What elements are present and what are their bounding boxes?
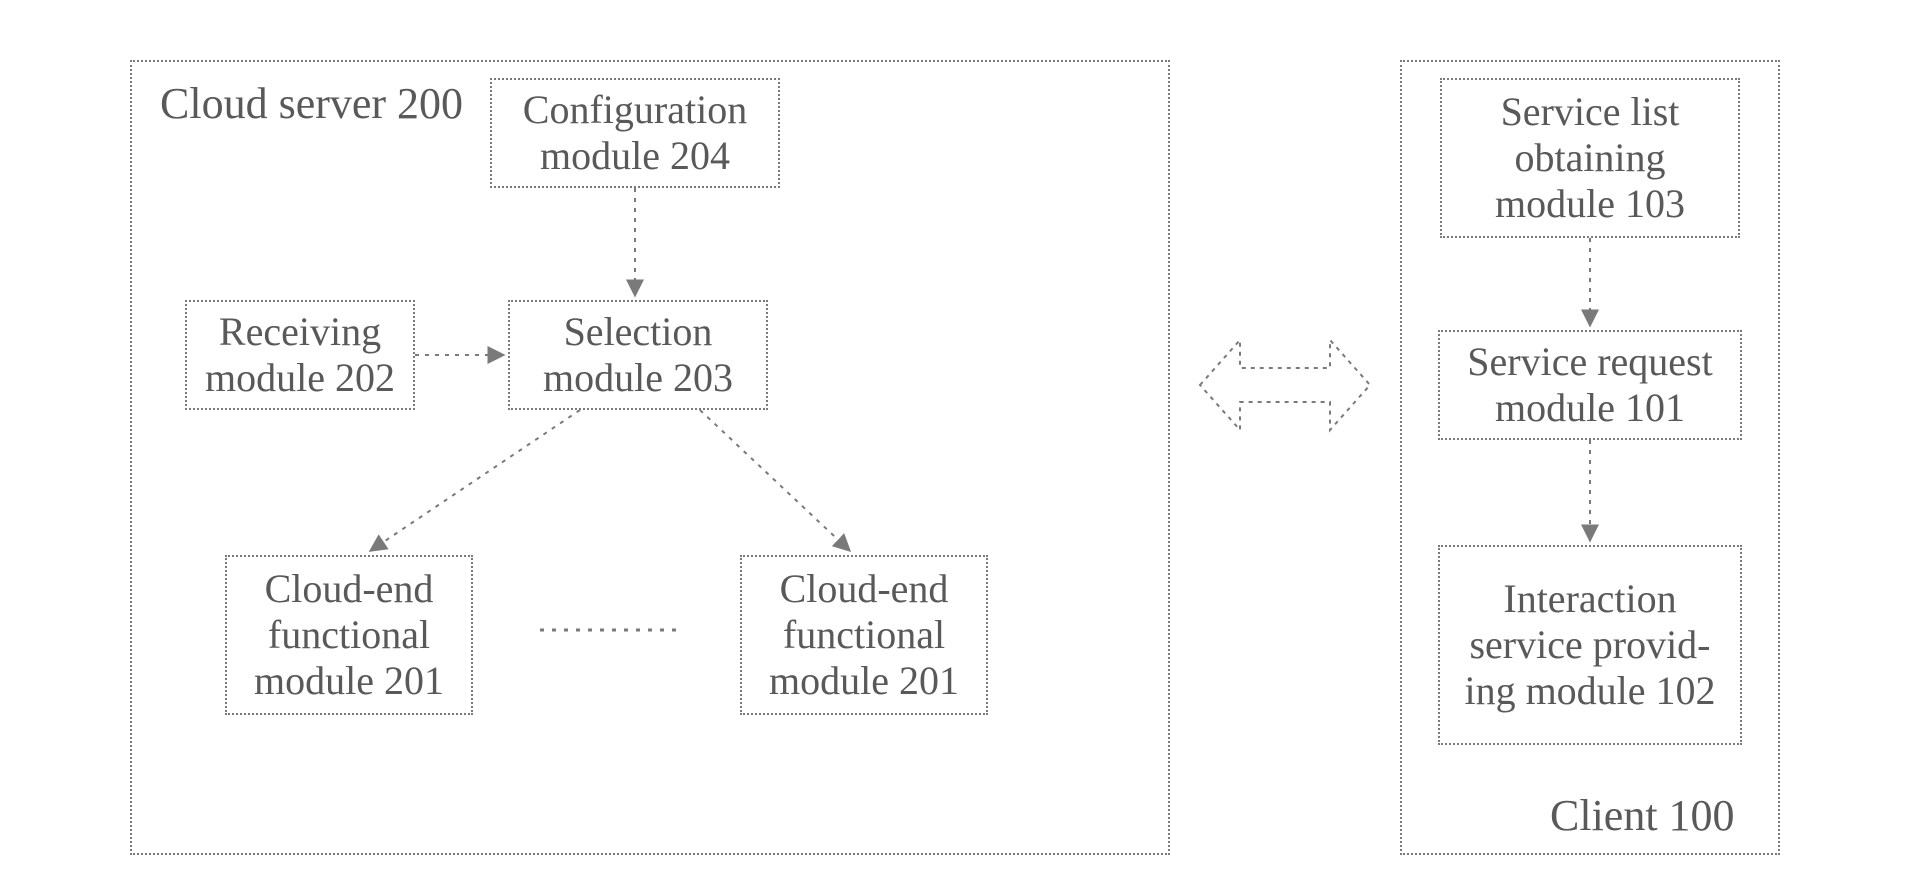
cloud-end-module-box-a: Cloud-end functional module 201	[225, 555, 473, 715]
selection-module-box: Selection module 203	[508, 300, 768, 410]
interaction-service-module-box: Interaction service provid-ing module 10…	[1438, 545, 1742, 745]
client-title: Client 100	[1550, 790, 1735, 841]
diagram-stage: { "server": { "title": "Cloud server 200…	[0, 0, 1908, 883]
cloud-server-title: Cloud server 200	[160, 78, 463, 129]
service-request-module-box: Service request module 101	[1438, 330, 1742, 440]
configuration-module-box: Configuration module 204	[490, 78, 780, 188]
receiving-module-box: Receiving module 202	[185, 300, 415, 410]
service-list-module-box: Service list obtaining module 103	[1440, 78, 1740, 238]
cloud-end-module-box-b: Cloud-end functional module 201	[740, 555, 988, 715]
bidirectional-arrow-icon	[1200, 340, 1370, 430]
